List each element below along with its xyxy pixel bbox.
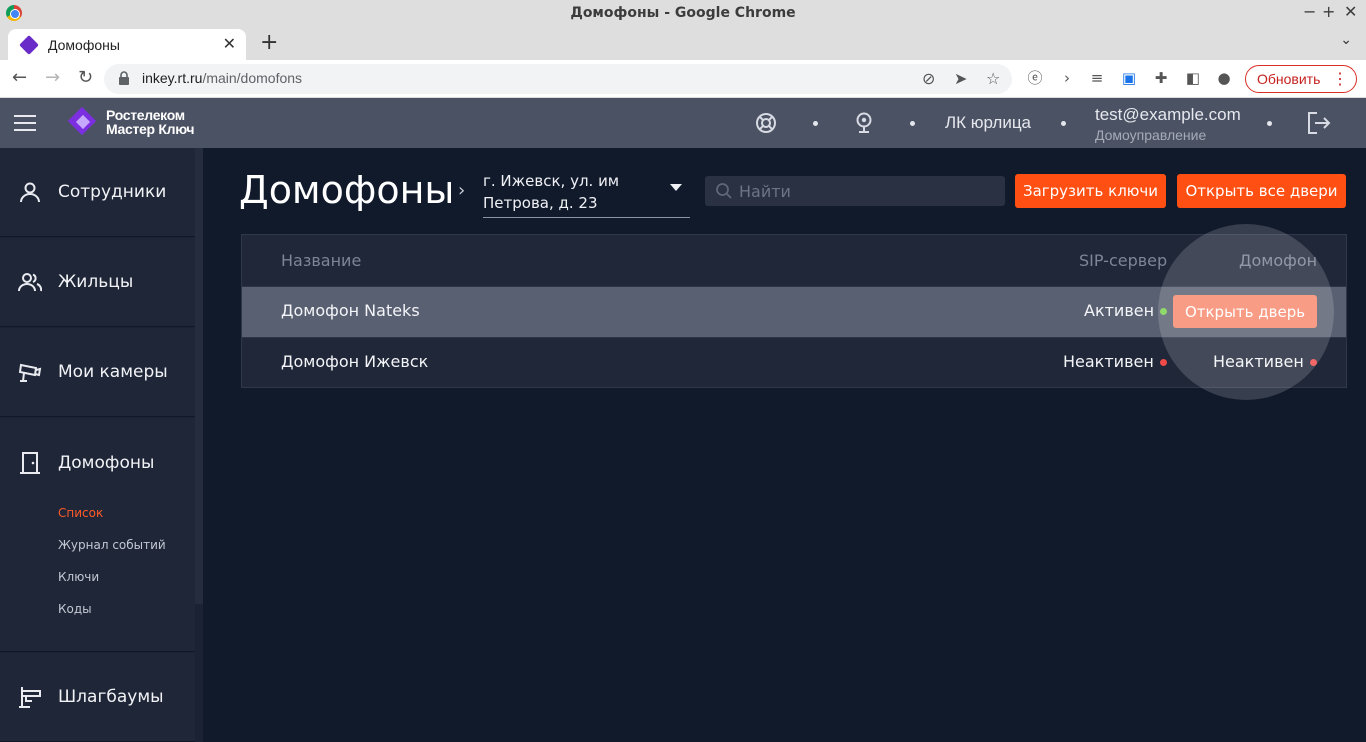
bookmark-star-icon[interactable]: ☆ xyxy=(986,69,1000,88)
url-path: /main/domofons xyxy=(202,70,303,86)
search-box xyxy=(705,176,1005,206)
tab-close-icon[interactable]: ✕ xyxy=(223,34,236,53)
breadcrumb-chevron-icon: › xyxy=(458,180,466,201)
update-button[interactable]: Обновить ⋮ xyxy=(1245,65,1357,93)
webcam-icon[interactable] xyxy=(855,111,873,135)
subnav-list[interactable]: Список xyxy=(58,506,103,520)
browser-tab[interactable]: Домофоны ✕ xyxy=(8,29,246,60)
tab-strip: Домофоны ✕ + ⌄ xyxy=(0,26,1366,60)
logo-line2: Мастер Ключ xyxy=(106,121,195,137)
forward-arrow-icon[interactable]: → xyxy=(45,67,60,88)
account-type-label[interactable]: ЛК юрлица xyxy=(945,113,1031,133)
sidebar-item-label: Сотрудники xyxy=(58,182,167,202)
favicon-icon xyxy=(19,34,39,55)
support-lifebuoy-icon[interactable] xyxy=(755,112,777,134)
extension-arrow-icon[interactable]: › xyxy=(1058,69,1076,87)
address-bar[interactable]: inkey.rt.ru/main/domofons ⊘ ➤ ☆ xyxy=(104,64,1012,94)
dropdown-caret-icon xyxy=(670,184,682,191)
logo-line1: Ростелеком xyxy=(106,107,185,123)
user-email[interactable]: test@example.com xyxy=(1095,105,1241,125)
sidebar-item-label: Мои камеры xyxy=(58,362,168,382)
window-titlebar: Домофоны - Google Chrome − + ✕ xyxy=(0,0,1366,26)
door-icon xyxy=(20,452,40,474)
menu-dots-icon[interactable]: ⋮ xyxy=(1332,69,1348,89)
new-tab-icon[interactable]: + xyxy=(260,30,278,55)
search-input[interactable] xyxy=(739,179,995,203)
browser-toolbar: ← → ↻ inkey.rt.ru/main/domofons ⊘ ➤ ☆ ⓔ … xyxy=(0,60,1366,98)
address-line1: г. Ижевск, ул. им xyxy=(483,172,620,190)
sip-status: Активен xyxy=(1084,301,1155,320)
send-icon[interactable]: ➤ xyxy=(954,69,967,88)
side-panel-icon[interactable]: ◧ xyxy=(1184,69,1202,87)
chrome-logo-icon xyxy=(6,5,22,21)
tab-search-chevron-icon[interactable]: ⌄ xyxy=(1340,32,1352,48)
extensions-puzzle-icon[interactable]: ✚ xyxy=(1152,69,1170,87)
column-header-sip[interactable]: SIP-сервер xyxy=(1079,251,1167,270)
sidebar-item-barriers[interactable]: Шлагбаумы xyxy=(0,653,195,742)
row-name: Домофон Nateks xyxy=(281,301,420,320)
header-separator-dot xyxy=(910,121,915,126)
lock-icon xyxy=(119,71,129,85)
extension-list-icon[interactable]: ≡ xyxy=(1088,69,1106,87)
window-title: Домофоны - Google Chrome xyxy=(570,5,796,21)
search-icon xyxy=(716,183,732,199)
url-host: inkey.rt.ru xyxy=(142,70,203,86)
open-all-doors-button[interactable]: Открыть все двери xyxy=(1177,174,1346,208)
camera-icon xyxy=(18,363,42,382)
sidebar-item-label: Жильцы xyxy=(58,272,134,292)
sidebar-item-label: Шлагбаумы xyxy=(58,687,164,707)
column-header-name[interactable]: Название xyxy=(281,251,361,270)
user-org: Домоуправление xyxy=(1095,127,1207,143)
upload-keys-button[interactable]: Загрузить ключи xyxy=(1015,174,1166,208)
barrier-icon xyxy=(19,687,41,708)
sidebar-scrollbar[interactable] xyxy=(195,148,203,604)
row-name: Домофон Ижевск xyxy=(281,352,429,371)
subnav-codes[interactable]: Коды xyxy=(58,602,92,616)
header-separator-dot xyxy=(813,121,818,126)
people-icon xyxy=(18,273,42,292)
sidebar-item-cameras[interactable]: Мои камеры xyxy=(0,328,195,417)
logo-mark-icon xyxy=(67,106,98,137)
sidebar: Сотрудники Жильцы Мои камеры Домофоны Сп… xyxy=(0,148,203,742)
logo-text: Ростелеком Мастер Ключ xyxy=(106,108,194,136)
subnav-keys[interactable]: Ключи xyxy=(58,570,99,584)
close-window-icon[interactable]: ✕ xyxy=(1344,2,1357,21)
minimize-icon[interactable]: − xyxy=(1303,2,1316,21)
hamburger-menu-icon[interactable] xyxy=(14,115,36,131)
eye-off-icon[interactable]: ⊘ xyxy=(922,69,935,88)
update-label: Обновить xyxy=(1257,71,1321,87)
back-arrow-icon[interactable]: ← xyxy=(12,67,27,88)
subnav-event-log[interactable]: Журнал событий xyxy=(58,538,166,552)
status-dot-inactive xyxy=(1160,359,1167,366)
url-text: inkey.rt.ru/main/domofons xyxy=(142,70,302,86)
extension-e-icon[interactable]: ⓔ xyxy=(1026,69,1044,87)
logo[interactable]: Ростелеком Мастер Ключ xyxy=(67,106,194,137)
profile-avatar-icon[interactable]: ● xyxy=(1215,69,1233,87)
sidebar-item-intercoms[interactable]: Домофоны Список Журнал событий Ключи Код… xyxy=(0,418,195,652)
header-separator-dot xyxy=(1061,121,1066,126)
click-highlight xyxy=(1158,224,1334,400)
person-icon xyxy=(20,182,40,203)
sidebar-item-employees[interactable]: Сотрудники xyxy=(0,148,195,237)
sidebar-item-label: Домофоны xyxy=(58,453,155,473)
maximize-icon[interactable]: + xyxy=(1322,2,1335,21)
page-title: Домофоны xyxy=(239,168,455,212)
sidebar-item-residents[interactable]: Жильцы xyxy=(0,238,195,327)
address-line2: Петрова, д. 23 xyxy=(483,194,598,212)
header-separator-dot xyxy=(1267,121,1272,126)
logout-icon[interactable] xyxy=(1306,110,1332,136)
sip-status: Неактивен xyxy=(1063,352,1154,371)
tab-title: Домофоны xyxy=(48,36,120,53)
address-select[interactable]: г. Ижевск, ул. им Петрова, д. 23 xyxy=(483,170,690,218)
extension-translate-icon[interactable]: ▣ xyxy=(1120,69,1138,87)
reload-icon[interactable]: ↻ xyxy=(78,67,93,88)
